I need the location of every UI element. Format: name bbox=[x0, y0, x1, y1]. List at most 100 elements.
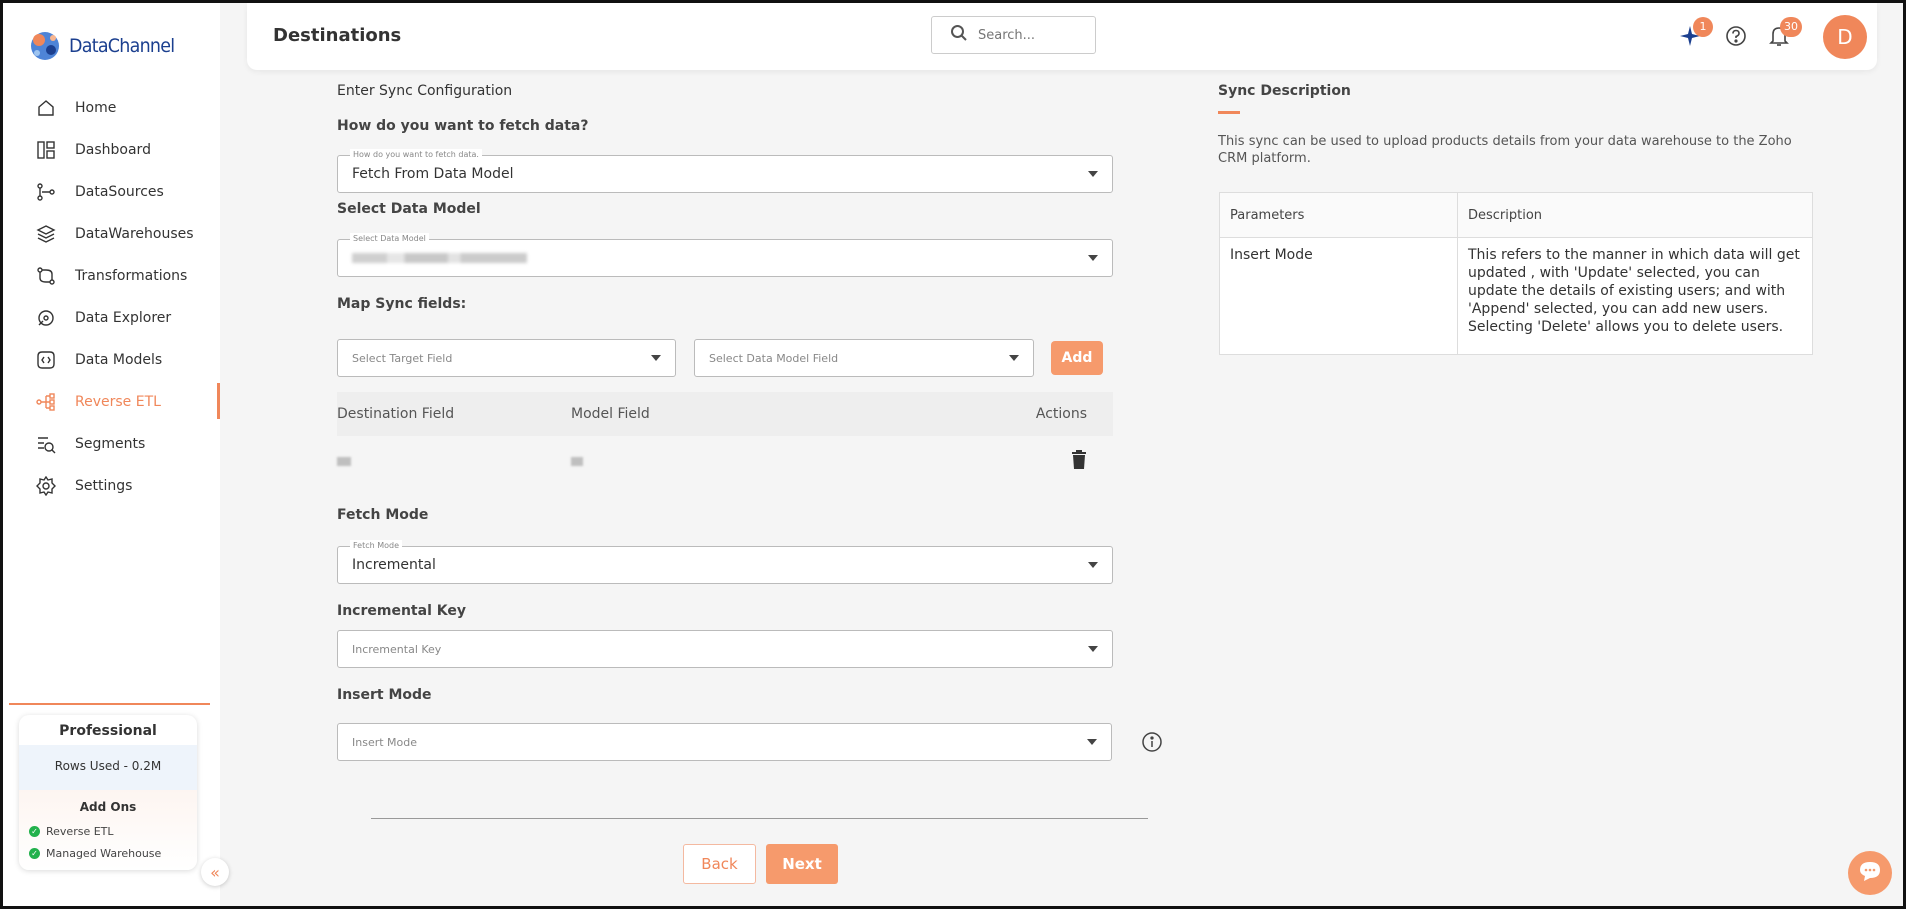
transform-icon bbox=[35, 265, 57, 287]
sidebar-item-transformations[interactable]: Transformations bbox=[3, 255, 220, 297]
sidebar-item-label: Transformations bbox=[75, 268, 188, 284]
delete-button[interactable] bbox=[1001, 450, 1113, 474]
data-models-icon bbox=[35, 349, 57, 371]
sidebar-item-label: Settings bbox=[75, 478, 133, 494]
info-icon[interactable] bbox=[1141, 731, 1163, 753]
sidebar-nav: Home Dashboard DataSources DataWarehouse… bbox=[3, 87, 220, 507]
addon-label: Managed Warehouse bbox=[46, 846, 162, 860]
form-divider bbox=[371, 818, 1148, 819]
datasources-icon bbox=[35, 181, 57, 203]
sidebar-item-datawarehouses[interactable]: DataWarehouses bbox=[3, 213, 220, 255]
explorer-icon bbox=[35, 307, 57, 329]
plan-card: Professional Rows Used - 0.2M Add Ons ✓ … bbox=[19, 715, 197, 870]
sidebar-item-data-models[interactable]: Data Models bbox=[3, 339, 220, 381]
fetch-question-label: How do you want to fetch data? bbox=[337, 118, 589, 134]
caret-down-icon bbox=[1087, 739, 1097, 745]
column-parameters: Parameters bbox=[1219, 192, 1458, 238]
collapse-sidebar-button[interactable]: « bbox=[201, 858, 229, 886]
fetch-mode-select[interactable]: Fetch Mode Incremental bbox=[337, 540, 1113, 584]
segments-icon bbox=[35, 433, 57, 455]
check-icon: ✓ bbox=[29, 825, 40, 837]
notifications-button[interactable]: 30 bbox=[1766, 17, 1802, 51]
insert-mode-label: Insert Mode bbox=[337, 687, 432, 703]
column-description: Description bbox=[1457, 192, 1813, 238]
datachannel-logo-icon bbox=[27, 28, 63, 64]
column-destination-field: Destination Field bbox=[337, 406, 455, 422]
logo[interactable]: DataChannel bbox=[27, 28, 184, 64]
sync-description-text: This sync can be used to upload products… bbox=[1218, 134, 1792, 166]
caret-down-icon bbox=[1088, 562, 1098, 568]
redacted-data-model-value bbox=[352, 253, 527, 263]
parameters-table: Parameters Description Insert Mode This … bbox=[1219, 192, 1813, 355]
caret-down-icon bbox=[1088, 255, 1098, 261]
help-button[interactable] bbox=[1723, 25, 1749, 51]
layers-icon bbox=[35, 223, 57, 245]
fetch-method-float-label: How do you want to fetch data. bbox=[350, 149, 482, 161]
chat-bubble-icon bbox=[1858, 860, 1882, 886]
table-row bbox=[337, 436, 1113, 488]
add-mapping-button[interactable]: Add bbox=[1051, 341, 1103, 375]
model-field-placeholder: Select Data Model Field bbox=[709, 351, 839, 365]
chat-button[interactable] bbox=[1848, 851, 1892, 895]
addon-item: ✓ Reverse ETL bbox=[19, 820, 197, 842]
home-icon bbox=[35, 97, 57, 119]
ai-badge: 1 bbox=[1693, 17, 1713, 37]
insert-mode-placeholder: Insert Mode bbox=[352, 735, 418, 749]
sidebar-item-segments[interactable]: Segments bbox=[3, 423, 220, 465]
sidebar-item-data-explorer[interactable]: Data Explorer bbox=[3, 297, 220, 339]
help-icon bbox=[1725, 25, 1747, 51]
data-model-label: Select Data Model bbox=[337, 201, 481, 217]
table-header-row: Parameters Description bbox=[1219, 192, 1813, 238]
search-input[interactable] bbox=[978, 27, 1078, 43]
avatar[interactable]: D bbox=[1823, 15, 1867, 59]
parameter-description: This refers to the manner in which data … bbox=[1457, 237, 1813, 355]
target-field-select[interactable]: Select Target Field bbox=[337, 339, 676, 377]
sidebar-item-label: Data Models bbox=[75, 352, 163, 368]
addons-section: Add Ons ✓ Reverse ETL ✓ Managed Warehous… bbox=[19, 790, 197, 870]
sync-description-title: Sync Description bbox=[1218, 83, 1351, 99]
double-chevron-left-icon: « bbox=[210, 862, 220, 882]
sidebar-item-settings[interactable]: Settings bbox=[3, 465, 220, 507]
sidebar-item-dashboard[interactable]: Dashboard bbox=[3, 129, 220, 171]
sidebar-item-label: Segments bbox=[75, 436, 146, 452]
check-icon: ✓ bbox=[29, 847, 40, 859]
ai-sparkle-button[interactable]: 1 bbox=[1677, 17, 1713, 51]
sidebar-item-label: Reverse ETL bbox=[75, 394, 161, 410]
back-button[interactable]: Back bbox=[683, 844, 756, 884]
fetch-method-value: Fetch From Data Model bbox=[352, 166, 514, 182]
notification-badge: 30 bbox=[1780, 17, 1802, 37]
trash-icon bbox=[1071, 450, 1087, 474]
sidebar-item-home[interactable]: Home bbox=[3, 87, 220, 129]
sidebar-item-reverse-etl[interactable]: Reverse ETL bbox=[3, 381, 220, 423]
field-mapping-table: Destination Field Model Field Actions bbox=[337, 392, 1113, 488]
fetch-mode-label: Fetch Mode bbox=[337, 507, 429, 523]
target-field-placeholder: Select Target Field bbox=[352, 351, 453, 365]
sidebar-item-label: DataSources bbox=[75, 184, 164, 200]
app-name: DataChannel bbox=[69, 35, 175, 57]
fetch-mode-float-label: Fetch Mode bbox=[350, 540, 403, 552]
sidebar-item-label: Dashboard bbox=[75, 142, 151, 158]
data-model-select[interactable]: Select Data Model bbox=[337, 233, 1113, 277]
table-header: Destination Field Model Field Actions bbox=[337, 392, 1113, 436]
sidebar-item-datasources[interactable]: DataSources bbox=[3, 171, 220, 213]
data-model-float-label: Select Data Model bbox=[350, 233, 429, 245]
rows-used: Rows Used - 0.2M bbox=[19, 745, 197, 790]
reverse-etl-icon bbox=[35, 391, 57, 413]
parameter-name: Insert Mode bbox=[1219, 237, 1458, 355]
next-button[interactable]: Next bbox=[766, 844, 838, 884]
search-box[interactable] bbox=[931, 16, 1096, 54]
incremental-key-select[interactable]: Incremental Key bbox=[337, 630, 1113, 668]
redacted-destination-field bbox=[337, 455, 571, 470]
addon-item: ✓ Managed Warehouse bbox=[19, 842, 197, 864]
insert-mode-select[interactable]: Insert Mode bbox=[337, 723, 1112, 761]
fetch-method-select[interactable]: How do you want to fetch data. Fetch Fro… bbox=[337, 149, 1113, 193]
caret-down-icon bbox=[1009, 355, 1019, 361]
top-header: Destinations 1 30 D bbox=[247, 3, 1877, 70]
addon-label: Reverse ETL bbox=[46, 824, 114, 838]
map-sync-fields-label: Map Sync fields: bbox=[337, 296, 467, 312]
sidebar-item-label: Home bbox=[75, 100, 117, 116]
sidebar: DataChannel Home Dashboard DataSources D… bbox=[3, 3, 229, 906]
model-field-select[interactable]: Select Data Model Field bbox=[694, 339, 1034, 377]
page-title: Destinations bbox=[273, 25, 402, 46]
title-underline bbox=[1218, 111, 1240, 114]
